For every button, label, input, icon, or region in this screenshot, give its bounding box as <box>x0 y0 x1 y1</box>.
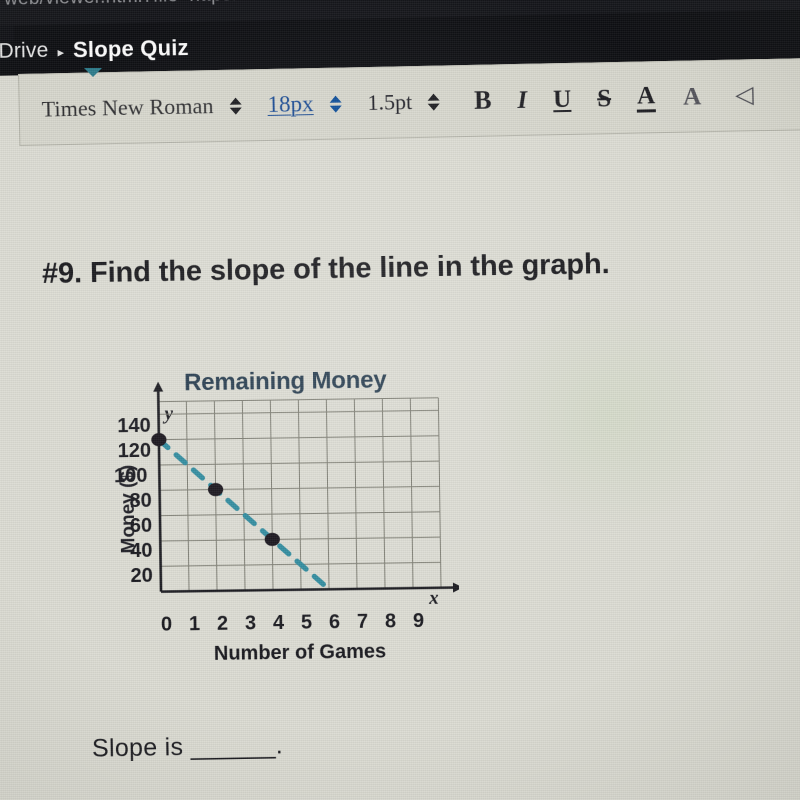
screenshot-root: web/viewer.html?file=https... Drive ▸ Sl… <box>0 0 800 800</box>
underline-button[interactable]: U <box>553 85 572 112</box>
formatting-toolbar: Times New Roman 18px 1.5pt B I U S A A ◁ <box>18 57 800 146</box>
breadcrumb: Drive ▸ Slope Quiz <box>0 35 189 65</box>
highlight-color-button[interactable]: A <box>681 83 704 110</box>
breadcrumb-item-drive[interactable]: Drive <box>0 39 49 64</box>
toolbar-overflow-icon[interactable]: ◁ <box>735 82 754 108</box>
chart-data-line <box>156 437 332 592</box>
photo-green-glare <box>430 250 790 580</box>
line-height-stepper-icon[interactable] <box>427 93 441 111</box>
answer-prompt-text: Slope is ______. <box>91 731 284 763</box>
text-color-button[interactable]: A <box>637 82 656 113</box>
font-family-value: Times New Roman <box>41 93 214 122</box>
breadcrumb-separator-icon: ▸ <box>57 43 65 60</box>
toolbar-left-edge-nub <box>0 25 15 43</box>
url-text: web/viewer.html?file=https... <box>4 0 248 11</box>
breadcrumb-item-document[interactable]: Slope Quiz <box>73 35 189 63</box>
bold-button[interactable]: B <box>474 86 492 115</box>
chart-plot-area <box>151 381 461 593</box>
toolbar-dropdown-caret-icon[interactable] <box>84 68 102 77</box>
font-size-select[interactable]: 18px <box>241 91 342 119</box>
strikethrough-button[interactable]: S <box>597 85 611 112</box>
font-family-select[interactable]: Times New Roman <box>19 93 242 123</box>
question-text: #9. Find the slope of the line in the gr… <box>41 248 610 290</box>
graph-figure: Remaining Money Money ($) Number of Game… <box>96 366 461 671</box>
font-size-stepper-icon[interactable] <box>329 95 342 113</box>
italic-button[interactable]: I <box>517 86 527 113</box>
line-height-select[interactable]: 1.5pt <box>341 89 441 117</box>
line-height-value: 1.5pt <box>367 89 413 115</box>
text-style-button-group: B I U S A A ◁ <box>474 81 754 116</box>
font-family-stepper-icon[interactable] <box>229 97 242 115</box>
font-size-value: 18px <box>267 91 314 117</box>
